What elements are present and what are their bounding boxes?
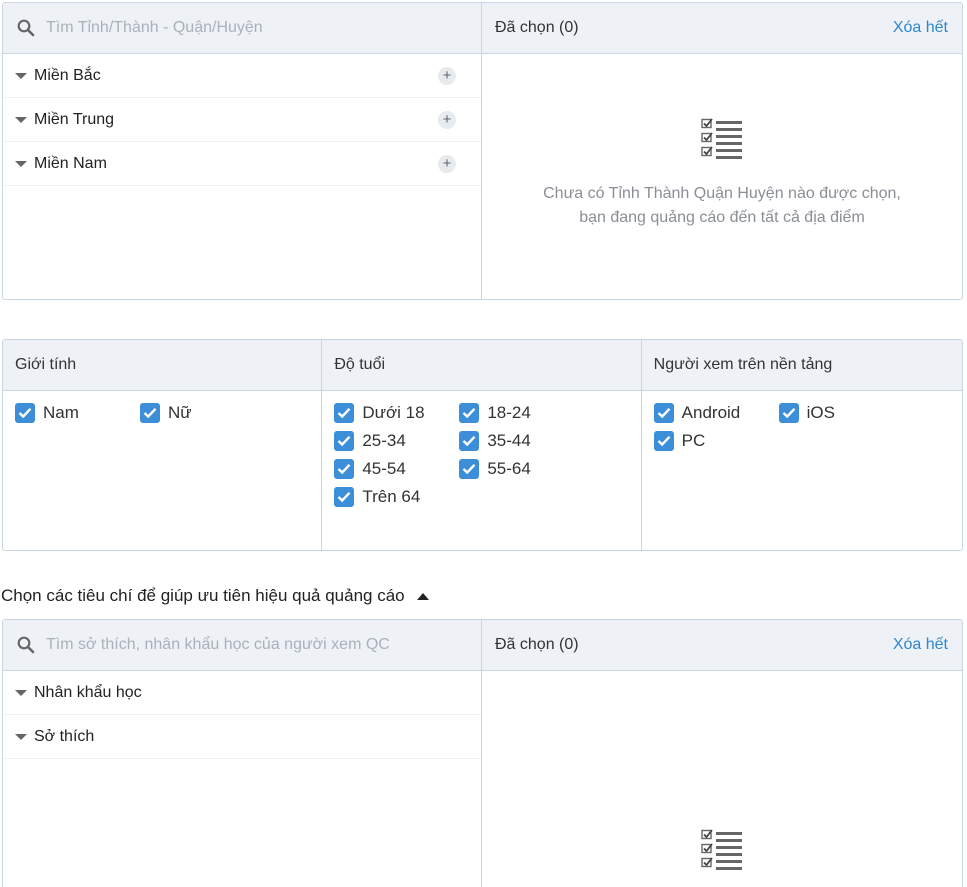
checkbox-checked-icon [140,403,160,423]
checkbox-18-24[interactable]: 18-24 [459,403,584,423]
interest-search-bar [3,620,481,671]
location-tree-column: Miền Bắc + Miền Trung + Miền Nam + [3,3,482,299]
checklist-icon [701,118,742,159]
platform-filter: Người xem trên nền tảng Android iOS PC [641,340,962,550]
caret-up-icon [416,592,429,600]
checkbox-tren-64[interactable]: Trên 64 [334,487,459,507]
platform-title: Người xem trên nền tảng [641,340,962,391]
checkbox-label: 45-54 [362,459,406,478]
location-search-input[interactable] [46,19,466,37]
age-title: Độ tuổi [322,340,641,391]
caret-down-icon [15,160,27,167]
caret-down-icon [15,689,27,696]
checkbox-label: 35-44 [487,431,531,450]
checkbox-checked-icon [459,431,480,451]
caret-down-icon [15,116,27,123]
clear-all-link[interactable]: Xóa hết [893,19,948,37]
checkbox-label: 18-24 [487,403,531,422]
checkbox-label: Android [681,403,741,422]
location-search-bar [3,3,481,54]
criteria-toggle[interactable]: Chọn các tiêu chí để giúp ưu tiên hiệu q… [1,585,429,607]
location-selected-column: Đã chọn (0) Xóa hết Chưa có Tỉnh Thành Q… [482,3,962,299]
checkbox-label: iOS [806,403,835,422]
tree-item-label: Miền Nam [34,154,107,172]
gender-title: Giới tính [3,340,322,391]
checkbox-label: 25-34 [362,431,406,450]
selected-header: Đã chọn (0) Xóa hết [482,3,962,54]
checkbox-checked-icon [334,459,355,479]
empty-state [482,827,962,871]
empty-state: Chưa có Tỉnh Thành Quận Huyện nào được c… [482,116,962,230]
checkbox-35-44[interactable]: 35-44 [459,431,584,451]
caret-down-icon [15,72,27,79]
checkbox-nu[interactable]: Nữ [140,403,265,423]
interest-picker: Nhân khẩu học Sở thích Đã chọn (0) Xóa h… [2,619,963,887]
checkbox-label: Nữ [168,403,192,422]
checkbox-checked-icon [334,431,355,451]
tree-item-label: Nhân khẩu học [34,683,142,701]
age-filter: Độ tuổi Dưới 18 18-24 25-34 35-44 45-54 [322,340,642,550]
audience-filters: Giới tính Nam Nữ Độ tuổi Dưới 18 18-24 2… [2,339,963,551]
checkbox-pc[interactable]: PC [653,431,779,451]
tree-item-label: Miền Bắc [34,66,101,84]
checkbox-checked-icon [653,431,674,451]
selected-count: Đã chọn (0) [495,19,579,36]
checkbox-25-34[interactable]: 25-34 [334,431,459,451]
checkbox-checked-icon [334,403,355,423]
tree-item-so-thich[interactable]: Sở thích [3,715,481,759]
interest-tree-column: Nhân khẩu học Sở thích [3,620,482,887]
selected-header: Đã chọn (0) Xóa hết [482,620,962,671]
empty-message-line2: bạn đang quảng cáo đến tất cả địa điểm [579,209,865,226]
checkbox-checked-icon [459,459,480,479]
search-icon [17,19,35,37]
add-icon[interactable]: + [438,110,456,129]
checkbox-duoi-18[interactable]: Dưới 18 [334,403,459,423]
checkbox-label: Nam [43,403,79,422]
tree-item-label: Sở thích [34,727,95,745]
tree-item-label: Miền Trung [34,110,115,128]
empty-message-line1: Chưa có Tỉnh Thành Quận Huyện nào được c… [543,185,901,202]
tree-item-mien-trung[interactable]: Miền Trung + [3,98,481,142]
add-icon[interactable]: + [438,66,456,85]
checkbox-label: PC [681,431,706,450]
location-picker: Miền Bắc + Miền Trung + Miền Nam + Đã ch… [2,2,963,300]
checkbox-checked-icon [15,403,35,423]
checkbox-label: Trên 64 [362,487,421,506]
selected-count: Đã chọn (0) [495,636,579,653]
checkbox-55-64[interactable]: 55-64 [459,459,584,479]
criteria-toggle-label: Chọn các tiêu chí để giúp ưu tiên hiệu q… [1,586,405,605]
checkbox-45-54[interactable]: 45-54 [334,459,459,479]
checkbox-nam[interactable]: Nam [15,403,140,423]
checkbox-android[interactable]: Android [653,403,779,423]
checkbox-checked-icon [334,487,355,507]
tree-item-nhan-khau-hoc[interactable]: Nhân khẩu học [3,671,481,715]
interest-selected-column: Đã chọn (0) Xóa hết [482,620,962,887]
checkbox-label: Dưới 18 [362,403,425,422]
checkbox-checked-icon [778,403,799,423]
checkbox-ios[interactable]: iOS [778,403,904,423]
clear-all-link[interactable]: Xóa hết [893,636,948,654]
add-icon[interactable]: + [438,154,456,173]
checkbox-checked-icon [459,403,480,423]
interest-search-input[interactable] [46,636,466,654]
checkbox-label: 55-64 [487,459,531,478]
gender-filter: Giới tính Nam Nữ [3,340,323,550]
tree-item-mien-nam[interactable]: Miền Nam + [3,142,481,186]
tree-item-mien-bac[interactable]: Miền Bắc + [3,54,481,98]
checklist-icon [701,829,742,870]
search-icon [17,636,35,654]
caret-down-icon [15,733,27,740]
checkbox-checked-icon [653,403,674,423]
